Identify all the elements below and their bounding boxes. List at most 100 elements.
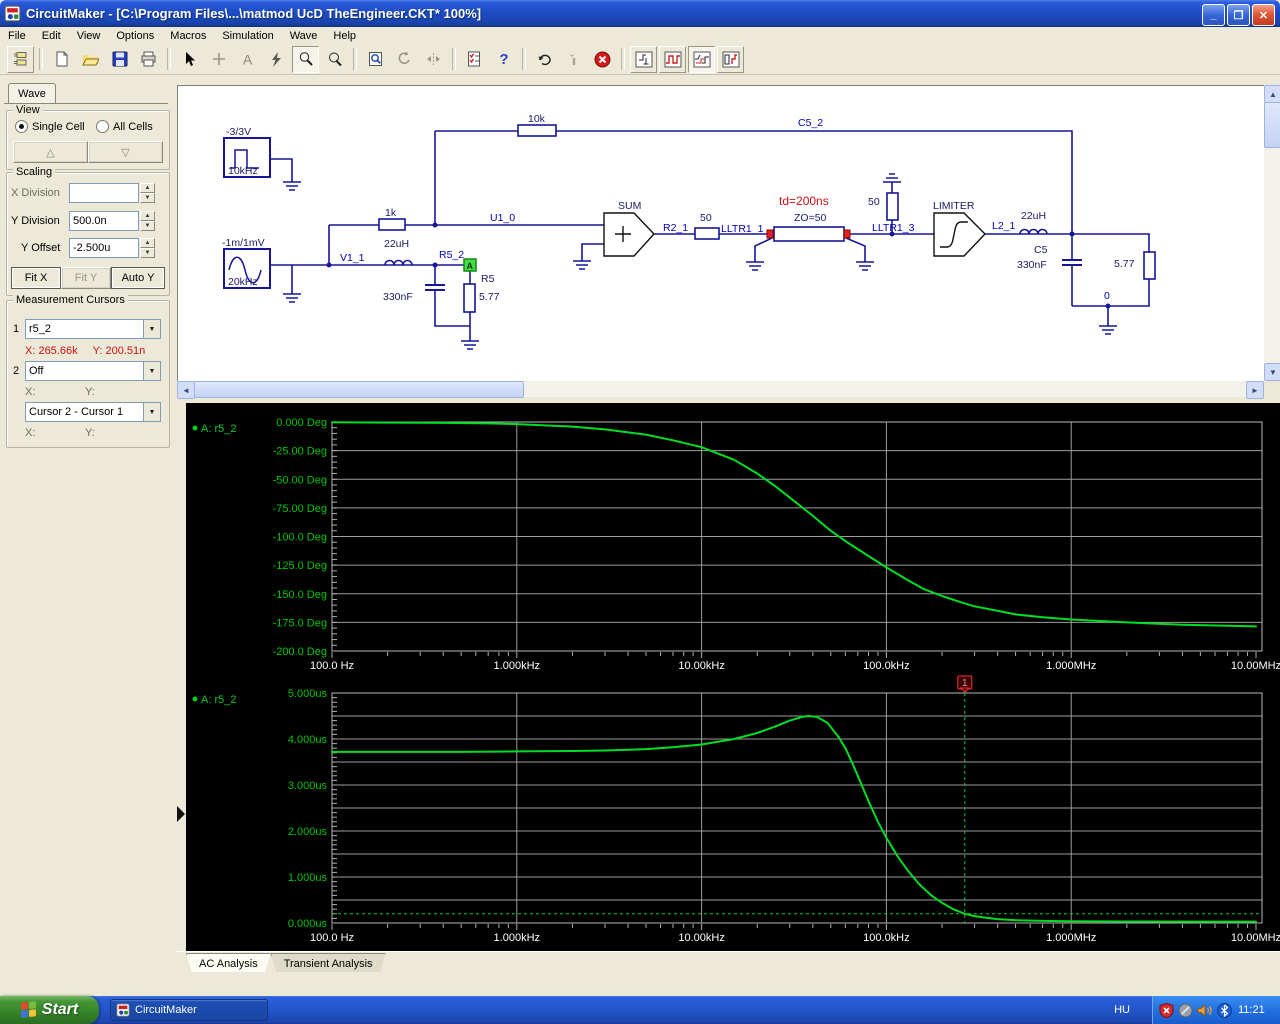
resistor-1k[interactable] bbox=[378, 218, 406, 231]
x-division-spinner[interactable]: ▲ ▼ bbox=[140, 183, 155, 203]
tools-button[interactable] bbox=[560, 46, 587, 73]
vscroll-thumb[interactable] bbox=[1264, 102, 1280, 148]
cursor2-combo[interactable]: Off ▼ bbox=[25, 361, 161, 381]
simulation-setup-button[interactable] bbox=[461, 46, 488, 73]
stop-simulation-button[interactable] bbox=[589, 46, 616, 73]
menu-options[interactable]: Options bbox=[108, 29, 162, 43]
schematic-vscrollbar[interactable]: ▲ ▼ bbox=[1264, 85, 1280, 381]
component-bodies bbox=[223, 124, 1156, 313]
analysis-plots[interactable]: 0.000 Deg -25.00 Deg -50.00 Deg -75.00 Deg -… bbox=[186, 403, 1280, 951]
y-division-field[interactable]: 500.0n bbox=[69, 211, 139, 231]
tab-transient-analysis[interactable]: Transient Analysis bbox=[271, 953, 386, 973]
cursor-diff-combo[interactable]: Cursor 2 - Cursor 1 ▼ bbox=[25, 402, 161, 422]
y-offset-spinner[interactable]: ▲ ▼ bbox=[140, 238, 155, 258]
menu-macros[interactable]: Macros bbox=[162, 29, 214, 43]
cursors-group: Measurement Cursors 1 r5_2 ▼ X: 265.66k … bbox=[6, 294, 170, 448]
menu-file[interactable]: File bbox=[0, 29, 34, 43]
resistor-r5[interactable] bbox=[463, 283, 476, 313]
cell-down-button[interactable]: ▽ bbox=[88, 141, 163, 163]
save-button[interactable] bbox=[106, 46, 133, 73]
auto-y-button[interactable]: Auto Y bbox=[111, 267, 165, 289]
capacitors bbox=[425, 259, 1082, 291]
zoom-select-button[interactable] bbox=[292, 45, 319, 73]
menu-simulation[interactable]: Simulation bbox=[214, 29, 281, 43]
volume-speaker-icon[interactable] bbox=[1197, 1003, 1213, 1018]
menu-edit[interactable]: Edit bbox=[34, 29, 69, 43]
cursor1-combo[interactable]: r5_2 ▼ bbox=[25, 319, 161, 339]
radio-single-cell[interactable]: Single Cell bbox=[15, 120, 85, 133]
help-tool-button[interactable]: ? bbox=[490, 46, 517, 73]
fit-x-button[interactable]: Fit X bbox=[11, 267, 61, 289]
text-tool-button[interactable]: A bbox=[234, 46, 261, 73]
waveform-window-button[interactable] bbox=[659, 45, 686, 73]
find-part-button[interactable] bbox=[362, 46, 389, 73]
spin-up-icon[interactable]: ▲ bbox=[140, 238, 155, 248]
cell-up-button[interactable]: △ bbox=[13, 141, 88, 163]
analysis-window-button[interactable] bbox=[688, 45, 715, 73]
security-shield-icon[interactable] bbox=[1159, 1002, 1174, 1018]
scroll-left-icon[interactable]: ◄ bbox=[177, 381, 195, 399]
scroll-down-icon[interactable]: ▼ bbox=[1264, 363, 1280, 381]
resistor-10k[interactable] bbox=[517, 124, 557, 137]
svg-text:-175.0 Deg: -175.0 Deg bbox=[273, 617, 327, 629]
spin-down-icon[interactable]: ▼ bbox=[140, 248, 155, 258]
svg-text:-25.00 Deg: -25.00 Deg bbox=[273, 446, 327, 458]
start-button[interactable]: Start bbox=[0, 996, 99, 1024]
taskbar-item-circuitmaker[interactable]: CircuitMaker bbox=[110, 999, 268, 1021]
rotate-button[interactable] bbox=[391, 46, 418, 73]
fit-y-button[interactable]: Fit Y bbox=[61, 267, 111, 289]
split-waveforms-button[interactable] bbox=[717, 45, 744, 73]
svg-text:1.000MHz: 1.000MHz bbox=[1046, 932, 1096, 944]
close-button[interactable]: ✕ bbox=[1252, 4, 1275, 26]
y-division-spinner[interactable]: ▲ ▼ bbox=[140, 211, 155, 231]
probe-display-button[interactable] bbox=[630, 45, 657, 73]
schematic-canvas[interactable]: -3/3V 10kHz -1m/1mV 20kHz 10k C5_2 1k U1_0 V1_1 2… bbox=[177, 85, 1265, 382]
resistor-50-shunt[interactable] bbox=[886, 192, 899, 221]
scroll-right-icon[interactable]: ► bbox=[1246, 381, 1264, 399]
spin-up-icon[interactable]: ▲ bbox=[140, 211, 155, 221]
resistor-50[interactable] bbox=[694, 227, 720, 240]
spin-up-icon[interactable]: ▲ bbox=[140, 183, 155, 193]
wire-tool-button[interactable] bbox=[205, 46, 232, 73]
scroll-up-icon[interactable]: ▲ bbox=[1264, 85, 1280, 103]
x-division-field[interactable] bbox=[69, 183, 139, 203]
svg-text:LLTR1_3: LLTR1_3 bbox=[872, 222, 915, 234]
menu-view[interactable]: View bbox=[69, 29, 109, 43]
probe-tool-button[interactable] bbox=[263, 46, 290, 73]
app-icon bbox=[4, 5, 21, 22]
mirror-button[interactable] bbox=[420, 46, 447, 73]
chevron-down-icon[interactable]: ▼ bbox=[143, 403, 160, 421]
gray-speaker-icon[interactable] bbox=[1178, 1003, 1193, 1018]
part-browser-button[interactable] bbox=[7, 45, 34, 73]
menu-help[interactable]: Help bbox=[325, 29, 364, 43]
lightning-icon bbox=[272, 51, 281, 67]
y-offset-field[interactable]: -2.500u bbox=[69, 238, 139, 258]
print-button[interactable] bbox=[135, 46, 162, 73]
select-arrow-button[interactable] bbox=[176, 46, 203, 73]
bluetooth-icon[interactable] bbox=[1217, 1002, 1232, 1018]
new-button[interactable] bbox=[48, 46, 75, 73]
language-indicator[interactable]: HU bbox=[1114, 996, 1130, 1024]
restore-button[interactable]: ❐ bbox=[1227, 4, 1250, 26]
splitter-arrow-icon[interactable] bbox=[177, 806, 185, 822]
open-button[interactable] bbox=[77, 46, 104, 73]
hscroll-thumb[interactable] bbox=[194, 381, 524, 398]
spin-down-icon[interactable]: ▼ bbox=[140, 193, 155, 203]
radio-all-cells[interactable]: All Cells bbox=[96, 120, 153, 133]
minimize-button[interactable]: _ bbox=[1202, 4, 1225, 26]
reset-button[interactable] bbox=[531, 46, 558, 73]
schematic-hscrollbar[interactable]: ◄ ► bbox=[177, 381, 1264, 399]
transmission-line[interactable] bbox=[773, 226, 845, 242]
limiter-block[interactable] bbox=[933, 212, 986, 257]
rotate-icon bbox=[398, 51, 410, 64]
taskbar-clock[interactable]: 11:21 bbox=[1238, 1004, 1265, 1016]
zoom-tool-button[interactable] bbox=[321, 46, 348, 73]
tab-ac-analysis[interactable]: AC Analysis bbox=[186, 953, 271, 973]
chevron-down-icon[interactable]: ▼ bbox=[143, 362, 160, 380]
tab-wave[interactable]: Wave bbox=[8, 83, 56, 104]
spin-down-icon[interactable]: ▼ bbox=[140, 221, 155, 231]
chevron-down-icon[interactable]: ▼ bbox=[143, 320, 160, 338]
menu-wave[interactable]: Wave bbox=[282, 29, 326, 43]
cursors-group-title: Measurement Cursors bbox=[13, 294, 128, 306]
resistor-load[interactable] bbox=[1143, 251, 1156, 280]
